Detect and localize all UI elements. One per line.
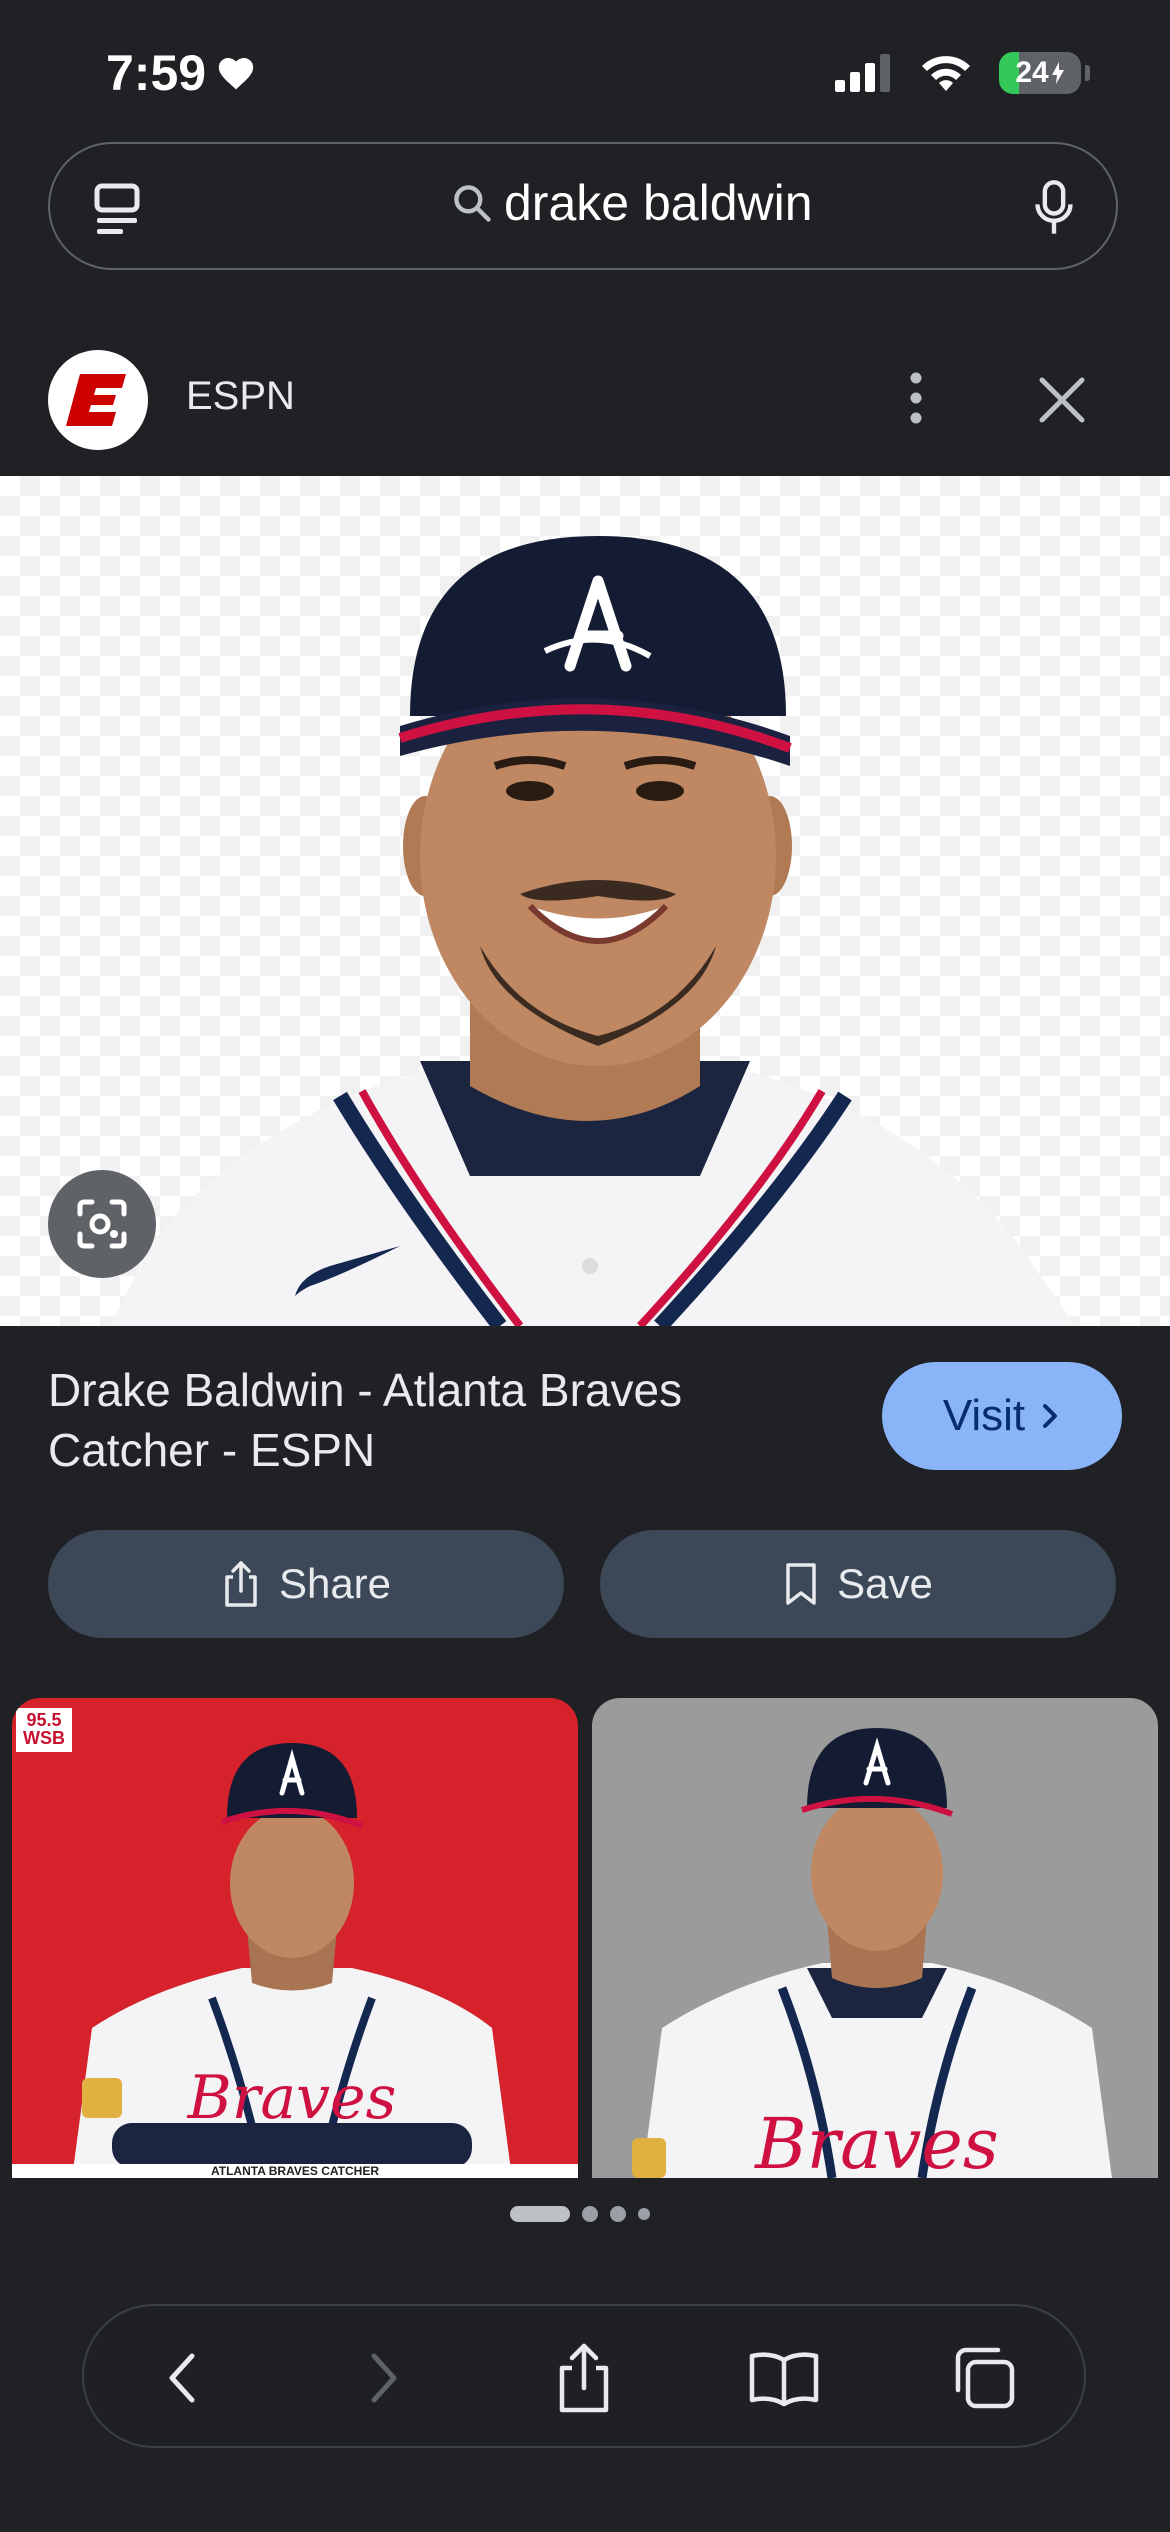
source-name: ESPN bbox=[186, 374, 295, 418]
carousel-dot bbox=[638, 2208, 650, 2220]
battery-indicator: 24 bbox=[999, 52, 1081, 94]
share-page-icon bbox=[559, 2343, 609, 2413]
back-button[interactable] bbox=[146, 2342, 218, 2414]
more-vert-icon[interactable] bbox=[896, 368, 936, 428]
share-page-button[interactable] bbox=[548, 2342, 620, 2414]
svg-text:Braves: Braves bbox=[187, 2063, 397, 2133]
mic-icon[interactable] bbox=[1032, 178, 1076, 238]
wsb-badge-top: 95.5 bbox=[26, 1710, 62, 1730]
status-time-text: 7:59 bbox=[106, 45, 207, 101]
share-label: Share bbox=[278, 1560, 392, 1607]
player-thumbnail-1: Braves bbox=[72, 1743, 512, 2178]
player-thumbnail-2: Braves bbox=[632, 1728, 1112, 2178]
player-portrait bbox=[110, 536, 1075, 1326]
lens-button[interactable] bbox=[48, 1170, 156, 1278]
close-icon[interactable] bbox=[1032, 370, 1092, 430]
svg-text:Braves: Braves bbox=[753, 2103, 999, 2178]
save-button[interactable]: Save bbox=[600, 1530, 1116, 1638]
back-icon bbox=[169, 2353, 195, 2403]
status-indicators: 24 bbox=[835, 52, 1090, 94]
charging-bolt-icon bbox=[1051, 62, 1064, 84]
espn-logo bbox=[48, 350, 148, 450]
search-query[interactable]: drake baldwin bbox=[450, 174, 813, 232]
tab-switcher-icon[interactable] bbox=[92, 182, 144, 238]
share-icon bbox=[225, 1561, 257, 1607]
save-label: Save bbox=[837, 1560, 933, 1607]
main-result-image[interactable] bbox=[0, 476, 1170, 1326]
cellular-signal-icon bbox=[835, 54, 890, 92]
carousel-indicator bbox=[510, 2206, 650, 2222]
carousel-dot bbox=[582, 2206, 598, 2222]
browser-toolbar bbox=[82, 2304, 1086, 2448]
visit-label: Visit bbox=[942, 1391, 1026, 1440]
battery-level: 24 bbox=[1015, 56, 1049, 89]
chevron-right-icon bbox=[1043, 1404, 1058, 1428]
result-title[interactable]: Drake Baldwin - Atlanta Braves Catcher -… bbox=[48, 1360, 808, 1480]
search-icon bbox=[454, 185, 491, 222]
share-button[interactable]: Share bbox=[48, 1530, 564, 1638]
related-image-1[interactable]: 95.5 WSB Braves ATLANTA BRAVES CATCHER bbox=[12, 1698, 578, 2178]
search-query-text: drake baldwin bbox=[504, 175, 813, 231]
carousel-dot-active bbox=[510, 2206, 570, 2222]
search-bar[interactable]: drake baldwin bbox=[48, 142, 1118, 270]
wifi-icon bbox=[922, 56, 970, 91]
bookmarks-button[interactable] bbox=[748, 2342, 820, 2414]
bookmark-icon bbox=[786, 1563, 816, 1605]
battery-tip bbox=[1085, 65, 1090, 81]
espn-e-icon bbox=[66, 374, 126, 426]
tabs-button[interactable] bbox=[948, 2342, 1020, 2414]
visit-button[interactable]: Visit bbox=[882, 1362, 1122, 1470]
lens-icon bbox=[77, 1199, 127, 1249]
forward-button[interactable] bbox=[348, 2342, 420, 2414]
wsb-badge: 95.5 WSB bbox=[16, 1708, 72, 1752]
heart-icon bbox=[218, 57, 254, 90]
related-image-2[interactable]: Braves bbox=[592, 1698, 1158, 2178]
thumbnail-caption: ATLANTA BRAVES CATCHER bbox=[12, 2164, 578, 2178]
status-time: 7:59 bbox=[106, 44, 256, 102]
tabs-icon bbox=[955, 2347, 1015, 2409]
forward-icon bbox=[371, 2353, 397, 2403]
carousel-dot bbox=[610, 2206, 626, 2222]
book-icon bbox=[749, 2352, 819, 2407]
wsb-badge-bottom: WSB bbox=[23, 1728, 65, 1748]
